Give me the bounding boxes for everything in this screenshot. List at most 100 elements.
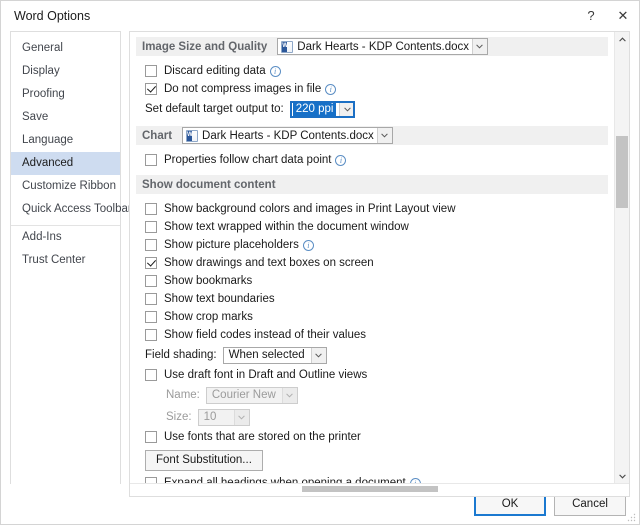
checkbox-use-printer-fonts[interactable] (145, 431, 157, 443)
draft-font-name-value: Courier New (211, 388, 276, 401)
checkbox-label: Show field codes instead of their values (164, 329, 367, 341)
field-shading-label: Field shading: (145, 349, 217, 361)
document-name: Dark Hearts - KDP Contents.docx (202, 129, 374, 142)
checkbox-show-text-boundaries[interactable] (145, 293, 157, 305)
checkbox-row-show-text-wrapped[interactable]: Show text wrapped within the document wi… (136, 218, 608, 236)
checkbox-do-not-compress-images[interactable] (145, 83, 157, 95)
image-size-document-selector[interactable]: Dark Hearts - KDP Contents.docx (277, 38, 488, 55)
info-icon[interactable]: i (269, 65, 281, 77)
vertical-scrollbar[interactable] (614, 32, 629, 483)
checkbox-label: Show text wrapped within the document wi… (164, 221, 409, 233)
sidebar-item-advanced[interactable]: Advanced (11, 152, 120, 175)
options-content: Image Size and Quality Dark Hearts - KDP… (130, 32, 614, 483)
checkbox-row-show-text-boundaries[interactable]: Show text boundaries (136, 290, 608, 308)
vertical-scrollbar-thumb[interactable] (616, 136, 628, 208)
info-icon[interactable]: i (335, 154, 347, 166)
dialog-body: General Display Proofing Save Language A… (1, 31, 639, 497)
sidebar-item-add-ins[interactable]: Add-Ins (11, 225, 120, 249)
sidebar-item-trust-center[interactable]: Trust Center (11, 249, 120, 272)
sidebar-item-label: Save (22, 111, 49, 123)
sidebar-item-label: Display (22, 65, 60, 77)
draft-font-size-combo[interactable]: 10 (197, 408, 250, 426)
help-button[interactable]: ? (575, 1, 607, 30)
font-substitution-button[interactable]: Font Substitution... (145, 449, 263, 471)
scroll-down-arrow-icon[interactable] (615, 469, 629, 483)
sidebar-item-customize-ribbon[interactable]: Customize Ribbon (11, 175, 120, 198)
options-pane-inner: Image Size and Quality Dark Hearts - KDP… (130, 32, 629, 483)
checkbox-label: Show picture placeholders (164, 239, 299, 251)
checkbox-use-draft-font[interactable] (145, 369, 157, 381)
sidebar-item-language[interactable]: Language (11, 129, 120, 152)
section-title: Show document content (142, 178, 276, 191)
checkbox-discard-editing-data[interactable] (145, 65, 157, 77)
checkbox-properties-follow-chart-data-point[interactable] (145, 154, 157, 166)
word-document-icon (281, 40, 294, 53)
checkbox-row-use-draft-font[interactable]: Use draft font in Draft and Outline view… (136, 366, 608, 384)
checkbox-show-background-colors[interactable] (145, 203, 157, 215)
chevron-down-icon[interactable] (339, 101, 355, 117)
info-icon[interactable]: i (325, 83, 337, 95)
checkbox-show-field-codes[interactable] (145, 329, 157, 341)
chevron-down-icon[interactable] (310, 347, 326, 363)
field-shading-value: When selected (228, 348, 305, 361)
window-title: Word Options (14, 9, 91, 23)
close-icon: ✕ (617, 7, 629, 23)
checkbox-label: Show crop marks (164, 311, 253, 323)
horizontal-scrollbar-thumb[interactable] (302, 486, 438, 492)
checkbox-label: Discard editing data (164, 65, 266, 77)
sidebar-item-general[interactable]: General (11, 37, 120, 60)
draft-font-name-combo[interactable]: Courier New (205, 386, 298, 404)
checkbox-row-properties-follow-chart-data-point[interactable]: Properties follow chart data point i (136, 151, 608, 169)
scroll-up-arrow-icon[interactable] (615, 32, 629, 46)
word-document-icon (186, 129, 199, 142)
draft-font-name-label: Name: (166, 389, 200, 401)
chevron-down-icon[interactable] (233, 409, 249, 425)
resize-grip-icon[interactable] (626, 512, 636, 522)
row-default-target-output: Set default target output to: 220 ppi (136, 98, 608, 120)
info-icon[interactable]: i (302, 239, 314, 251)
sidebar-item-label: Add-Ins (22, 231, 62, 243)
section-title: Image Size and Quality (142, 40, 268, 53)
sidebar-item-label: Trust Center (22, 254, 86, 266)
checkbox-row-expand-all-headings[interactable]: Expand all headings when opening a docum… (136, 474, 608, 483)
checkbox-show-crop-marks[interactable] (145, 311, 157, 323)
checkbox-row-do-not-compress-images[interactable]: Do not compress images in file i (136, 80, 608, 98)
checkbox-row-show-picture-placeholders[interactable]: Show picture placeholders i (136, 236, 608, 254)
checkbox-row-use-printer-fonts[interactable]: Use fonts that are stored on the printer (136, 428, 608, 446)
chevron-down-icon[interactable] (376, 128, 392, 143)
sidebar-item-label: General (22, 42, 63, 54)
checkbox-show-drawings-and-text-boxes[interactable] (145, 257, 157, 269)
sidebar-item-display[interactable]: Display (11, 60, 120, 83)
chevron-down-icon[interactable] (281, 387, 297, 403)
checkbox-row-show-crop-marks[interactable]: Show crop marks (136, 308, 608, 326)
default-target-output-combo[interactable]: 220 ppi (289, 100, 356, 118)
sidebar-item-label: Customize Ribbon (22, 180, 116, 192)
checkbox-row-show-drawings-and-text-boxes[interactable]: Show drawings and text boxes on screen (136, 254, 608, 272)
checkbox-row-discard-editing-data[interactable]: Discard editing data i (136, 62, 608, 80)
row-font-substitution: Font Substitution... (136, 449, 608, 471)
close-button[interactable]: ✕ (607, 1, 639, 30)
checkbox-show-text-wrapped[interactable] (145, 221, 157, 233)
sidebar-item-quick-access-toolbar[interactable]: Quick Access Toolbar (11, 198, 132, 221)
row-draft-font-size: Size: 10 (136, 406, 608, 428)
checkbox-row-show-background-colors[interactable]: Show background colors and images in Pri… (136, 200, 608, 218)
sidebar-item-proofing[interactable]: Proofing (11, 83, 120, 106)
section-header-image-size-and-quality: Image Size and Quality Dark Hearts - KDP… (136, 37, 608, 56)
document-name: Dark Hearts - KDP Contents.docx (297, 40, 469, 53)
horizontal-scrollbar[interactable] (130, 483, 629, 496)
checkbox-row-show-bookmarks[interactable]: Show bookmarks (136, 272, 608, 290)
chevron-down-icon[interactable] (471, 39, 487, 54)
checkbox-label: Show background colors and images in Pri… (164, 203, 456, 215)
checkbox-row-show-field-codes[interactable]: Show field codes instead of their values (136, 326, 608, 344)
checkbox-label: Do not compress images in file (164, 83, 322, 95)
options-pane: Image Size and Quality Dark Hearts - KDP… (129, 31, 630, 497)
sidebar-item-label: Quick Access Toolbar (22, 203, 132, 215)
section-title: Chart (142, 129, 173, 142)
checkbox-show-bookmarks[interactable] (145, 275, 157, 287)
sidebar-item-save[interactable]: Save (11, 106, 120, 129)
draft-font-size-label: Size: (166, 411, 192, 423)
chart-document-selector[interactable]: Dark Hearts - KDP Contents.docx (182, 127, 393, 144)
field-shading-combo[interactable]: When selected (222, 346, 327, 364)
checkbox-show-picture-placeholders[interactable] (145, 239, 157, 251)
checkbox-label: Use fonts that are stored on the printer (164, 431, 361, 443)
